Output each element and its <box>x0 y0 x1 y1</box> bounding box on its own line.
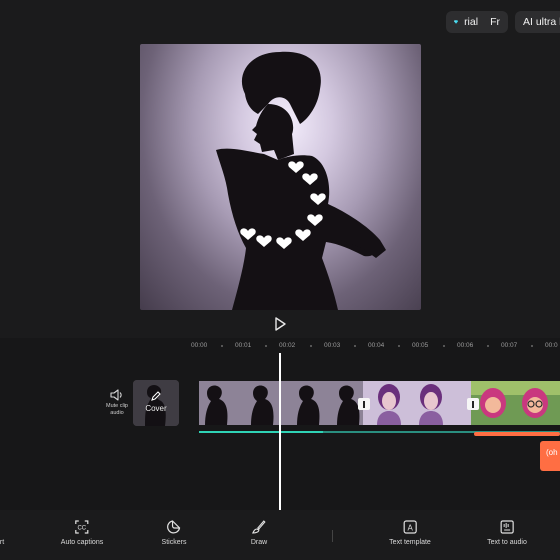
brush-icon <box>252 520 266 534</box>
ruler-time-label: 00:05 <box>412 342 429 349</box>
ruler-time-label: 00:0 <box>545 342 558 349</box>
silhouette-clip[interactable] <box>199 381 363 425</box>
draw-label: Draw <box>250 539 268 546</box>
playhead[interactable] <box>279 353 281 513</box>
ruler-dot <box>531 345 533 347</box>
ruler-time-label: 00:04 <box>368 342 385 349</box>
text-template-label: Text template <box>389 539 431 546</box>
cover-thumbnail[interactable]: Cover <box>133 380 179 426</box>
edit-pencil-icon <box>151 391 161 401</box>
ruler-dot <box>221 345 223 347</box>
ruler-time-label: 00:02 <box>279 342 296 349</box>
trial-label: rial <box>464 16 479 28</box>
video-preview[interactable] <box>140 44 421 310</box>
svg-text:CC: CC <box>78 526 87 532</box>
text-template-tool[interactable]: A Text template <box>389 520 431 546</box>
ruler-time-label: 00:00 <box>191 342 208 349</box>
ruler-dot <box>443 345 445 347</box>
silhouette-image <box>216 51 386 310</box>
split-tool-label: rt <box>0 539 5 546</box>
video-clip-strip[interactable] <box>199 381 560 425</box>
text-to-audio-icon <box>500 520 514 534</box>
pro-trial-button[interactable]: rial Fr <box>446 11 508 33</box>
ai-ultra-label: AI ultra h <box>523 16 560 28</box>
text-clip-label: (oh <box>546 448 558 457</box>
ruler-time-label: 00:06 <box>457 342 474 349</box>
ruler-dot <box>487 345 489 347</box>
effect-track-bar[interactable] <box>474 432 560 436</box>
draw-tool[interactable]: Draw <box>251 520 267 546</box>
transition-button[interactable] <box>358 398 370 410</box>
diamond-icon <box>454 20 459 24</box>
ruler-time-label: 00:07 <box>501 342 518 349</box>
audio-track-line[interactable] <box>199 431 323 433</box>
text-clip[interactable]: (oh <box>540 441 560 471</box>
transition-icon <box>363 400 365 408</box>
free-label: Fr <box>490 16 500 28</box>
mute-clip-audio-label: Mute clip audio <box>105 403 128 416</box>
split-tool[interactable]: rt <box>0 520 9 546</box>
transition-icon <box>472 400 474 408</box>
sticker-icon <box>167 520 181 534</box>
ruler-dot <box>398 345 400 347</box>
auto-captions-tool[interactable]: CC Auto captions <box>61 520 103 546</box>
cover-image <box>133 380 179 426</box>
speaker-icon <box>110 389 122 401</box>
text-to-audio-tool[interactable]: Text to audio <box>487 520 527 546</box>
mute-clip-audio-button[interactable]: Mute clip audio <box>104 389 130 416</box>
cover-label: Cover <box>145 404 167 413</box>
text-to-audio-label: Text to audio <box>487 539 527 546</box>
ruler-time-label: 00:01 <box>235 342 252 349</box>
svg-text:A: A <box>407 524 413 533</box>
ruler-time-label: 00:03 <box>324 342 341 349</box>
purple-character-clip[interactable] <box>363 381 471 425</box>
stickers-tool[interactable]: Stickers <box>161 520 187 546</box>
toolbar-divider <box>332 530 333 542</box>
text-template-icon: A <box>403 520 417 534</box>
stickers-label: Stickers <box>161 539 187 546</box>
ruler-dot <box>310 345 312 347</box>
ruler-dot <box>265 345 267 347</box>
pink-character-clip[interactable] <box>471 381 560 425</box>
captions-icon: CC <box>75 520 89 534</box>
auto-captions-label: Auto captions <box>60 539 104 546</box>
play-icon[interactable] <box>272 316 288 332</box>
ai-ultra-button[interactable]: AI ultra h <box>515 11 560 33</box>
ruler-dot <box>354 345 356 347</box>
transition-button[interactable] <box>467 398 479 410</box>
